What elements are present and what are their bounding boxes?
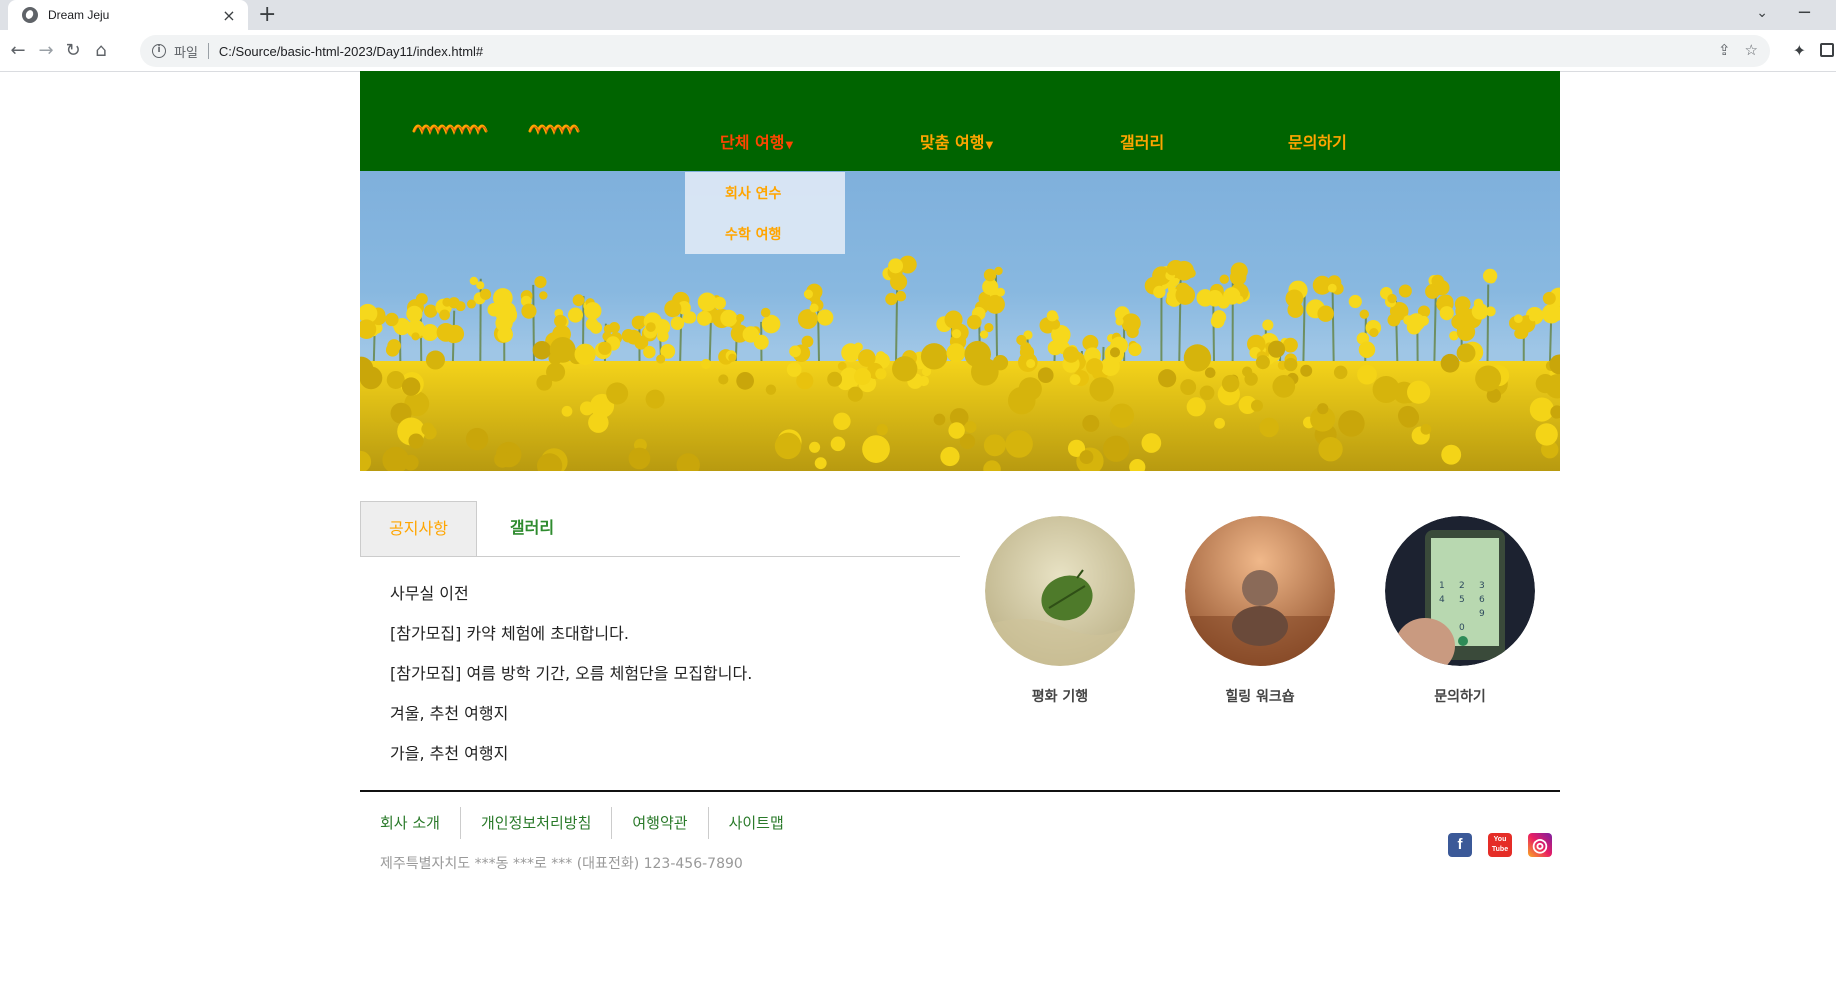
site-header: 단체 여행▼ 맞춤 여행▼ 갤러리 문의하기 (360, 71, 1560, 171)
feature-label: 평화 기행 (1031, 689, 1089, 705)
menu-group-travel[interactable]: 단체 여행▼ (720, 129, 793, 153)
forward-icon[interactable]: → (34, 39, 58, 63)
extensions-icon[interactable]: ✦ (1793, 41, 1806, 60)
feature-label: 문의하기 (1434, 689, 1486, 705)
tab-title: Dream Jeju (48, 8, 110, 22)
notice-item[interactable]: 겨울, 추천 여행지 (390, 703, 752, 743)
footer-link-terms[interactable]: 여행약관 (612, 807, 709, 839)
new-tab-button[interactable]: + (258, 4, 276, 26)
address-bar[interactable]: i 파일 C:/Source/basic-html-2023/Day11/ind… (140, 35, 1770, 67)
hero-banner (360, 171, 1560, 471)
notice-item[interactable]: [참가모집] 카약 체험에 초대합니다. (390, 623, 752, 663)
chevron-down-icon[interactable]: ⌄ (1756, 5, 1768, 21)
feature-circles: 평화 기행 힐링 워크숍 1 2 3 4 5 6 9 0 문의하기 (985, 516, 1545, 706)
svg-text:6: 6 (1479, 595, 1485, 605)
bookmark-star-icon[interactable]: ☆ (1745, 41, 1758, 59)
svg-text:9: 9 (1479, 609, 1485, 619)
info-icon[interactable]: i (152, 44, 166, 58)
notice-item[interactable]: 가을, 추천 여행지 (390, 743, 752, 783)
caret-down-icon: ▼ (985, 140, 994, 151)
close-icon[interactable]: × (220, 6, 238, 25)
browser-tab[interactable]: Dream Jeju × (8, 0, 248, 30)
feature-label: 힐링 워크숍 (1225, 689, 1295, 705)
social-links: f You Tube ◎ (1448, 833, 1552, 857)
feature-peace-travel[interactable]: 평화 기행 (985, 516, 1135, 706)
browser-toolbar: ← → ↻ ⌂ i 파일 C:/Source/basic-html-2023/D… (0, 30, 1836, 72)
svg-text:5: 5 (1459, 595, 1465, 605)
footer-links: 회사 소개 개인정보처리방침 여행약관 사이트맵 (360, 807, 804, 839)
globe-icon (22, 7, 38, 23)
footer-address: 제주특별자치도 ***동 ***로 *** (대표전화) 123-456-789… (380, 856, 743, 872)
stacked-stones-icon[interactable] (1185, 516, 1335, 666)
phone-icon[interactable]: 1 2 3 4 5 6 9 0 (1385, 516, 1535, 674)
menu-custom-travel[interactable]: 맞춤 여행▼ (920, 129, 993, 153)
svg-text:4: 4 (1439, 595, 1445, 605)
scheme-label: 파일 (174, 45, 198, 61)
svg-text:3: 3 (1479, 581, 1485, 591)
youtube-icon[interactable]: You Tube (1488, 833, 1512, 857)
menu-custom-travel-label: 맞춤 여행 (920, 133, 985, 152)
back-icon[interactable]: ← (6, 39, 30, 63)
side-panel-icon[interactable] (1820, 43, 1834, 57)
caret-down-icon: ▼ (785, 140, 794, 151)
dropdown-menu: 회사 연수 수학 여행 (685, 172, 845, 254)
rapeseed-flower-field-image (360, 255, 1560, 471)
leaf-icon[interactable] (985, 516, 1135, 666)
footer-link-company[interactable]: 회사 소개 (360, 807, 461, 839)
dropdown-item-company-training[interactable]: 회사 연수 (725, 183, 781, 203)
menu-group-travel-label: 단체 여행 (720, 133, 785, 152)
minimize-icon[interactable]: − (1797, 2, 1812, 23)
dropdown-item-school-trip[interactable]: 수학 여행 (725, 224, 781, 244)
browser-tabstrip: Dream Jeju × + ⌄ − (0, 0, 1836, 30)
logo[interactable] (410, 109, 600, 139)
share-icon[interactable]: ⇪ (1718, 41, 1731, 59)
facebook-icon[interactable]: f (1448, 833, 1472, 857)
tab-notice[interactable]: 공지사항 (360, 501, 477, 556)
separator (207, 43, 209, 59)
reload-icon[interactable]: ↻ (61, 39, 85, 63)
footer-link-privacy[interactable]: 개인정보처리방침 (461, 807, 613, 839)
notice-item[interactable]: [참가모집] 여름 방학 기간, 오름 체험단을 모집합니다. (390, 663, 752, 703)
notice-item[interactable]: 사무실 이전 (390, 583, 752, 623)
instagram-icon[interactable]: ◎ (1528, 833, 1552, 857)
url-text[interactable]: C:/Source/basic-html-2023/Day11/index.ht… (219, 44, 483, 59)
svg-text:2: 2 (1459, 581, 1465, 591)
notice-list: 사무실 이전 [참가모집] 카약 체험에 초대합니다. [참가모집] 여름 방학… (390, 583, 752, 783)
home-icon[interactable]: ⌂ (89, 39, 113, 63)
menu-gallery[interactable]: 갤러리 (1120, 129, 1164, 153)
content-tabs: 공지사항 갤러리 (360, 501, 960, 557)
page: 단체 여행▼ 맞춤 여행▼ 갤러리 문의하기 회사 연수 수학 여행 공지사항 … (360, 71, 1560, 987)
svg-text:0: 0 (1459, 623, 1465, 633)
footer-divider (360, 790, 1560, 792)
feature-healing-workshop[interactable]: 힐링 워크숍 (1185, 516, 1335, 706)
feature-contact[interactable]: 1 2 3 4 5 6 9 0 문의하기 (1385, 516, 1535, 706)
footer-link-sitemap[interactable]: 사이트맵 (709, 807, 804, 839)
menu-contact[interactable]: 문의하기 (1288, 129, 1347, 153)
tab-gallery[interactable]: 갤러리 (477, 501, 587, 556)
svg-text:1: 1 (1439, 581, 1445, 591)
